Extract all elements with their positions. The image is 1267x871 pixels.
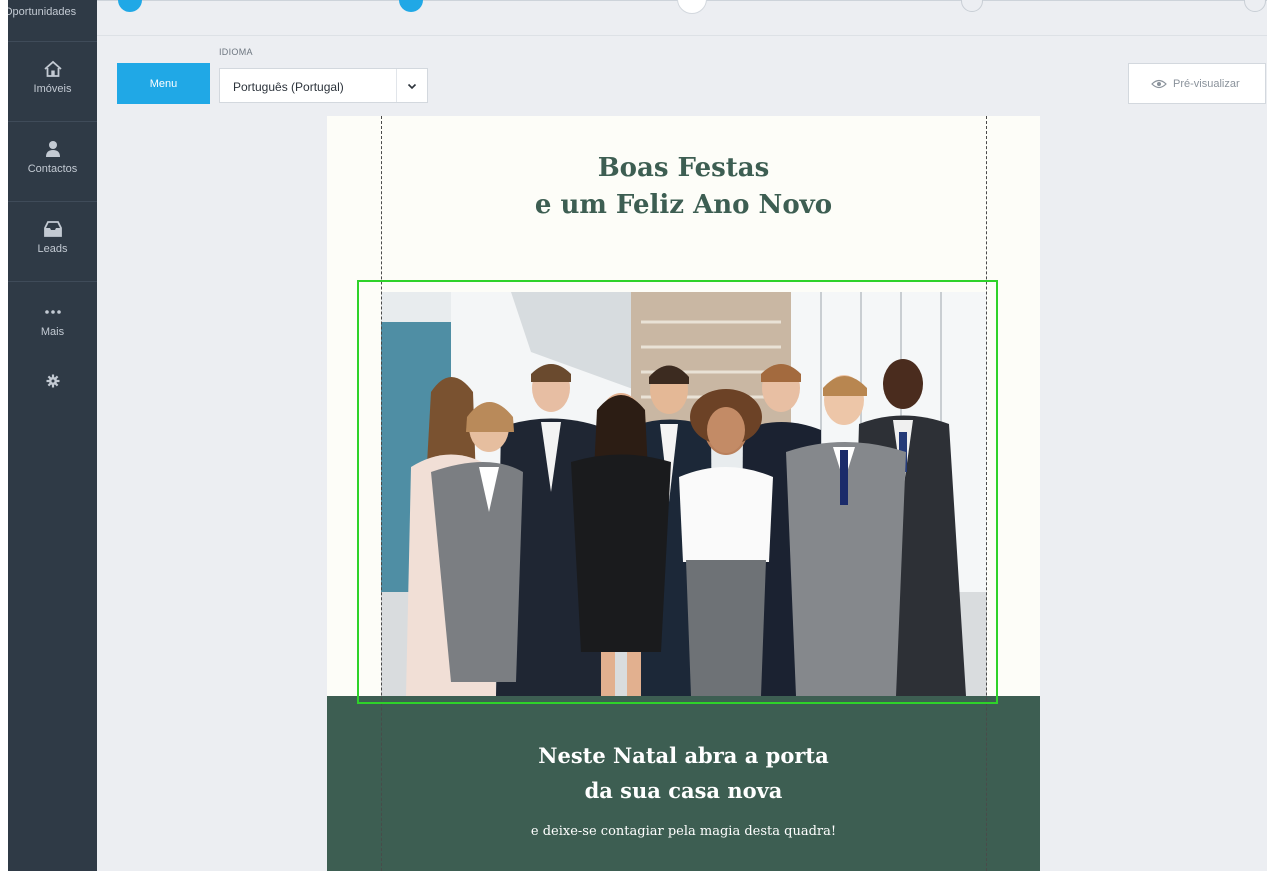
sidebar: Oportunidades Imóveis Contactos Leads Ma… bbox=[8, 0, 97, 871]
home-icon bbox=[43, 60, 62, 77]
sidebar-item-label: Imóveis bbox=[33, 83, 72, 95]
promo-headline-line1: Neste Natal abra a porta bbox=[538, 743, 829, 768]
promo-headline-line2: da sua casa nova bbox=[584, 778, 783, 803]
email-title[interactable]: Boas Festas e um Feliz Ano Novo bbox=[327, 150, 1040, 224]
preview-button[interactable]: Pré-visualizar bbox=[1128, 63, 1266, 104]
person-icon bbox=[45, 141, 60, 157]
language-select[interactable]: Português (Portugal) bbox=[219, 68, 428, 103]
promo-headline: Neste Natal abra a porta da sua casa nov… bbox=[327, 738, 1040, 808]
menu-button[interactable]: Menu bbox=[117, 63, 210, 104]
progress-stepper bbox=[97, 0, 1267, 36]
step-4-indicator[interactable] bbox=[961, 0, 983, 12]
sidebar-item-label: Leads bbox=[37, 243, 68, 255]
more-icon bbox=[44, 310, 61, 314]
step-3-indicator[interactable] bbox=[677, 0, 707, 14]
language-label: IDIOMA bbox=[219, 47, 253, 57]
sidebar-item-label: Contactos bbox=[27, 163, 78, 175]
settings-button[interactable] bbox=[8, 374, 97, 393]
editor-canvas: Boas Festas e um Feliz Ano Novo Neste Na… bbox=[97, 116, 1267, 871]
preview-button-label: Pré-visualizar bbox=[1173, 78, 1240, 90]
sidebar-item-oportunidades[interactable]: Oportunidades bbox=[8, 0, 97, 42]
promo-subtext: e deixe-se contagiar pela magia desta qu… bbox=[530, 824, 837, 839]
promo-section[interactable]: Neste Natal abra a porta da sua casa nov… bbox=[327, 696, 1040, 871]
email-title-line1: Boas Festas bbox=[597, 153, 770, 183]
step-2-indicator[interactable] bbox=[399, 0, 423, 12]
step-5-indicator[interactable] bbox=[1244, 0, 1266, 12]
eye-icon bbox=[1151, 79, 1167, 89]
select-divider bbox=[396, 69, 397, 102]
sidebar-item-imoveis[interactable]: Imóveis bbox=[8, 42, 97, 122]
language-select-value: Português (Portugal) bbox=[233, 80, 344, 94]
sidebar-item-label: Oportunidades bbox=[8, 6, 77, 18]
email-title-line2: e um Feliz Ano Novo bbox=[534, 190, 833, 220]
sidebar-item-mais[interactable]: Mais bbox=[8, 282, 97, 362]
selection-outline bbox=[357, 280, 998, 704]
sidebar-item-contactos[interactable]: Contactos bbox=[8, 122, 97, 202]
step-1-indicator[interactable] bbox=[118, 0, 142, 12]
inbox-icon bbox=[43, 221, 62, 237]
sidebar-item-label: Mais bbox=[40, 326, 65, 338]
chevron-down-icon[interactable] bbox=[406, 80, 418, 92]
sidebar-item-leads[interactable]: Leads bbox=[8, 202, 97, 282]
gear-icon bbox=[46, 374, 59, 388]
editor-toolbar: Menu IDIOMA Português (Portugal) Pré-vis… bbox=[97, 0, 1267, 116]
